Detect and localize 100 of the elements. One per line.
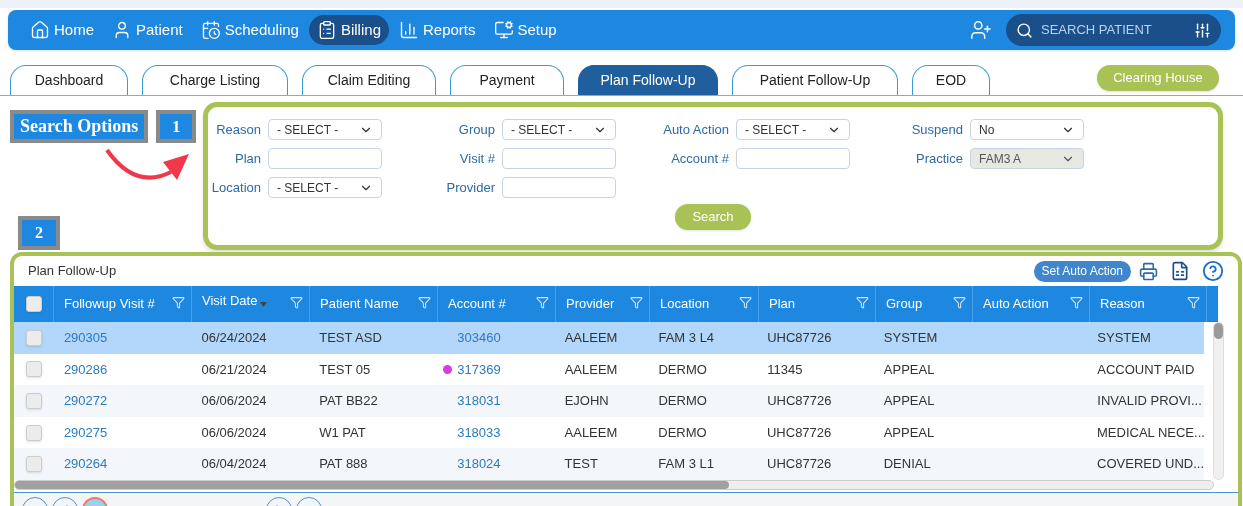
grid-title: Plan Follow-Up: [28, 262, 117, 281]
table-link[interactable]: 318031: [457, 391, 501, 411]
checkbox[interactable]: [25, 424, 42, 441]
dropdown[interactable]: No: [970, 119, 1084, 140]
table-cell-text: FAM 3 L1: [658, 455, 714, 474]
table-cell-text: TEST 05: [319, 360, 371, 379]
monitor-gear-icon: [493, 20, 514, 40]
nav-tab[interactable]: Billing: [308, 15, 389, 45]
table-link[interactable]: 290272: [63, 391, 108, 411]
printer-icon[interactable]: [1139, 261, 1158, 281]
sub-tab[interactable]: Plan Follow-Up: [578, 65, 718, 95]
dropdown[interactable]: - SELECT -: [736, 119, 850, 140]
table-cell-text: PAT BB22: [319, 392, 378, 411]
input-field[interactable]: [268, 148, 382, 169]
filter-icon[interactable]: [418, 296, 431, 309]
patient-search-input[interactable]: SEARCH PATIENT: [1041, 20, 1186, 40]
filter-icon[interactable]: [536, 296, 549, 309]
sliders-icon[interactable]: [1194, 21, 1211, 39]
checkbox[interactable]: [25, 361, 42, 378]
vertical-scrollbar[interactable]: [1213, 322, 1224, 480]
table-row[interactable]: 290305 06/24/2024 TEST ASD 303460 AALEEM FAM 3 L4 UHC87726 SYSTEM SYSTEM: [14, 322, 1204, 354]
table-cell-text: COVERED UND...: [1097, 455, 1204, 474]
table-cell-text: ACCOUNT PAID: [1097, 360, 1195, 379]
table-row[interactable]: 290272 06/06/2024 PAT BB22 318031 EJOHN DERMO UHC87726 APPEAL INVALID PROVI...: [14, 385, 1204, 417]
table-link[interactable]: 318033: [457, 422, 501, 443]
nav-tab[interactable]: Scheduling: [192, 15, 307, 45]
filter-icon[interactable]: [290, 296, 303, 309]
sub-tab[interactable]: EOD: [912, 65, 990, 95]
field-label: Account #: [670, 149, 729, 168]
field-label: Suspend: [910, 120, 963, 139]
table-link[interactable]: 290275: [63, 422, 108, 443]
table-cell-text: 06/21/2024: [201, 360, 267, 379]
field-label: Provider: [445, 178, 495, 197]
nav-tab[interactable]: Patient: [104, 15, 191, 45]
filter-icon[interactable]: [630, 296, 643, 309]
sub-tab[interactable]: Claim Editing: [302, 65, 436, 95]
table-cell-text: AALEEM: [564, 360, 618, 379]
table-link[interactable]: 290305: [63, 328, 108, 348]
table-row[interactable]: 290264 06/04/2024 PAT 888 318024 TEST FAM 3 L1 UHC87726 DENIAL COVERED UND...: [14, 448, 1204, 480]
sub-tab[interactable]: Payment: [450, 65, 564, 95]
field-label: Auto Action: [662, 120, 729, 139]
field-label: Plan: [233, 149, 261, 168]
checkbox[interactable]: [25, 393, 42, 409]
add-user-icon[interactable]: [970, 19, 992, 41]
table-cell-text: UHC87726: [767, 329, 832, 348]
dropdown[interactable]: - SELECT -: [268, 177, 382, 198]
checkbox[interactable]: [25, 296, 42, 312]
table-cell-text: 11345: [767, 360, 803, 379]
help-icon[interactable]: [1202, 260, 1224, 282]
table-cell-text: DERMO: [658, 392, 707, 411]
nav-tab[interactable]: Reports: [391, 15, 484, 45]
filter-icon[interactable]: [953, 296, 966, 309]
dropdown[interactable]: - SELECT -: [502, 119, 616, 140]
table-link[interactable]: 290286: [63, 359, 108, 380]
filter-icon[interactable]: [856, 296, 869, 309]
filter-icon[interactable]: [1070, 296, 1083, 309]
checkbox[interactable]: [25, 329, 42, 346]
input-field[interactable]: [502, 148, 616, 169]
field-label: Location: [210, 178, 261, 197]
dropdown[interactable]: - SELECT -: [268, 119, 382, 140]
table-cell-text: SYSTEM: [1097, 329, 1151, 348]
table-cell-text: 06/04/2024: [201, 455, 267, 474]
table-cell-text: AALEEM: [564, 329, 618, 348]
table-cell-text: TEST: [564, 455, 598, 474]
callout-marker: 1: [156, 110, 197, 143]
table-cell-text: SYSTEM: [883, 329, 938, 348]
checkbox[interactable]: [25, 456, 42, 473]
set-auto-action-button[interactable]: Set Auto Action: [1033, 260, 1131, 282]
nav-tab[interactable]: Home: [22, 15, 102, 45]
filter-icon[interactable]: [1187, 296, 1200, 309]
input-field[interactable]: [502, 177, 616, 198]
table-link[interactable]: 318024: [457, 454, 501, 474]
table-cell-text: FAM 3 L4: [658, 329, 715, 348]
table-cell-text: APPEAL: [883, 392, 935, 411]
input-field[interactable]: [736, 148, 850, 169]
search-icon: [1016, 21, 1033, 39]
filter-icon[interactable]: [172, 296, 185, 309]
spreadsheet-icon[interactable]: [1170, 261, 1190, 281]
table-cell-text: APPEAL: [883, 360, 935, 379]
sub-tab[interactable]: Dashboard: [10, 65, 128, 95]
patient-search-field[interactable]: SEARCH PATIENT: [1006, 14, 1221, 46]
table-cell-text: W1 PAT: [319, 423, 366, 442]
nav-tab[interactable]: Setup: [485, 15, 565, 45]
table-cell-text: DERMO: [658, 360, 707, 379]
table-cell-text: MEDICAL NECE...: [1097, 423, 1204, 442]
field-label: Group: [457, 120, 495, 139]
table-cell-text: PAT 888: [319, 455, 368, 474]
sub-tab[interactable]: Patient Follow-Up: [732, 65, 898, 95]
bar-chart-icon: [399, 20, 419, 40]
filter-icon[interactable]: [739, 296, 752, 309]
table-cell-text: DENIAL: [883, 455, 931, 474]
table-link[interactable]: 317369: [457, 359, 501, 380]
horizontal-scrollbar[interactable]: [14, 480, 1214, 490]
table-link[interactable]: 303460: [457, 328, 501, 348]
table-link[interactable]: 290264: [63, 454, 108, 474]
field-label: Visit #: [458, 149, 495, 168]
field-label: Practice: [915, 149, 963, 168]
sub-tab[interactable]: Charge Listing: [142, 65, 288, 95]
table-cell-text: UHC87726: [767, 455, 832, 474]
calendar-clock-icon: [200, 20, 221, 40]
